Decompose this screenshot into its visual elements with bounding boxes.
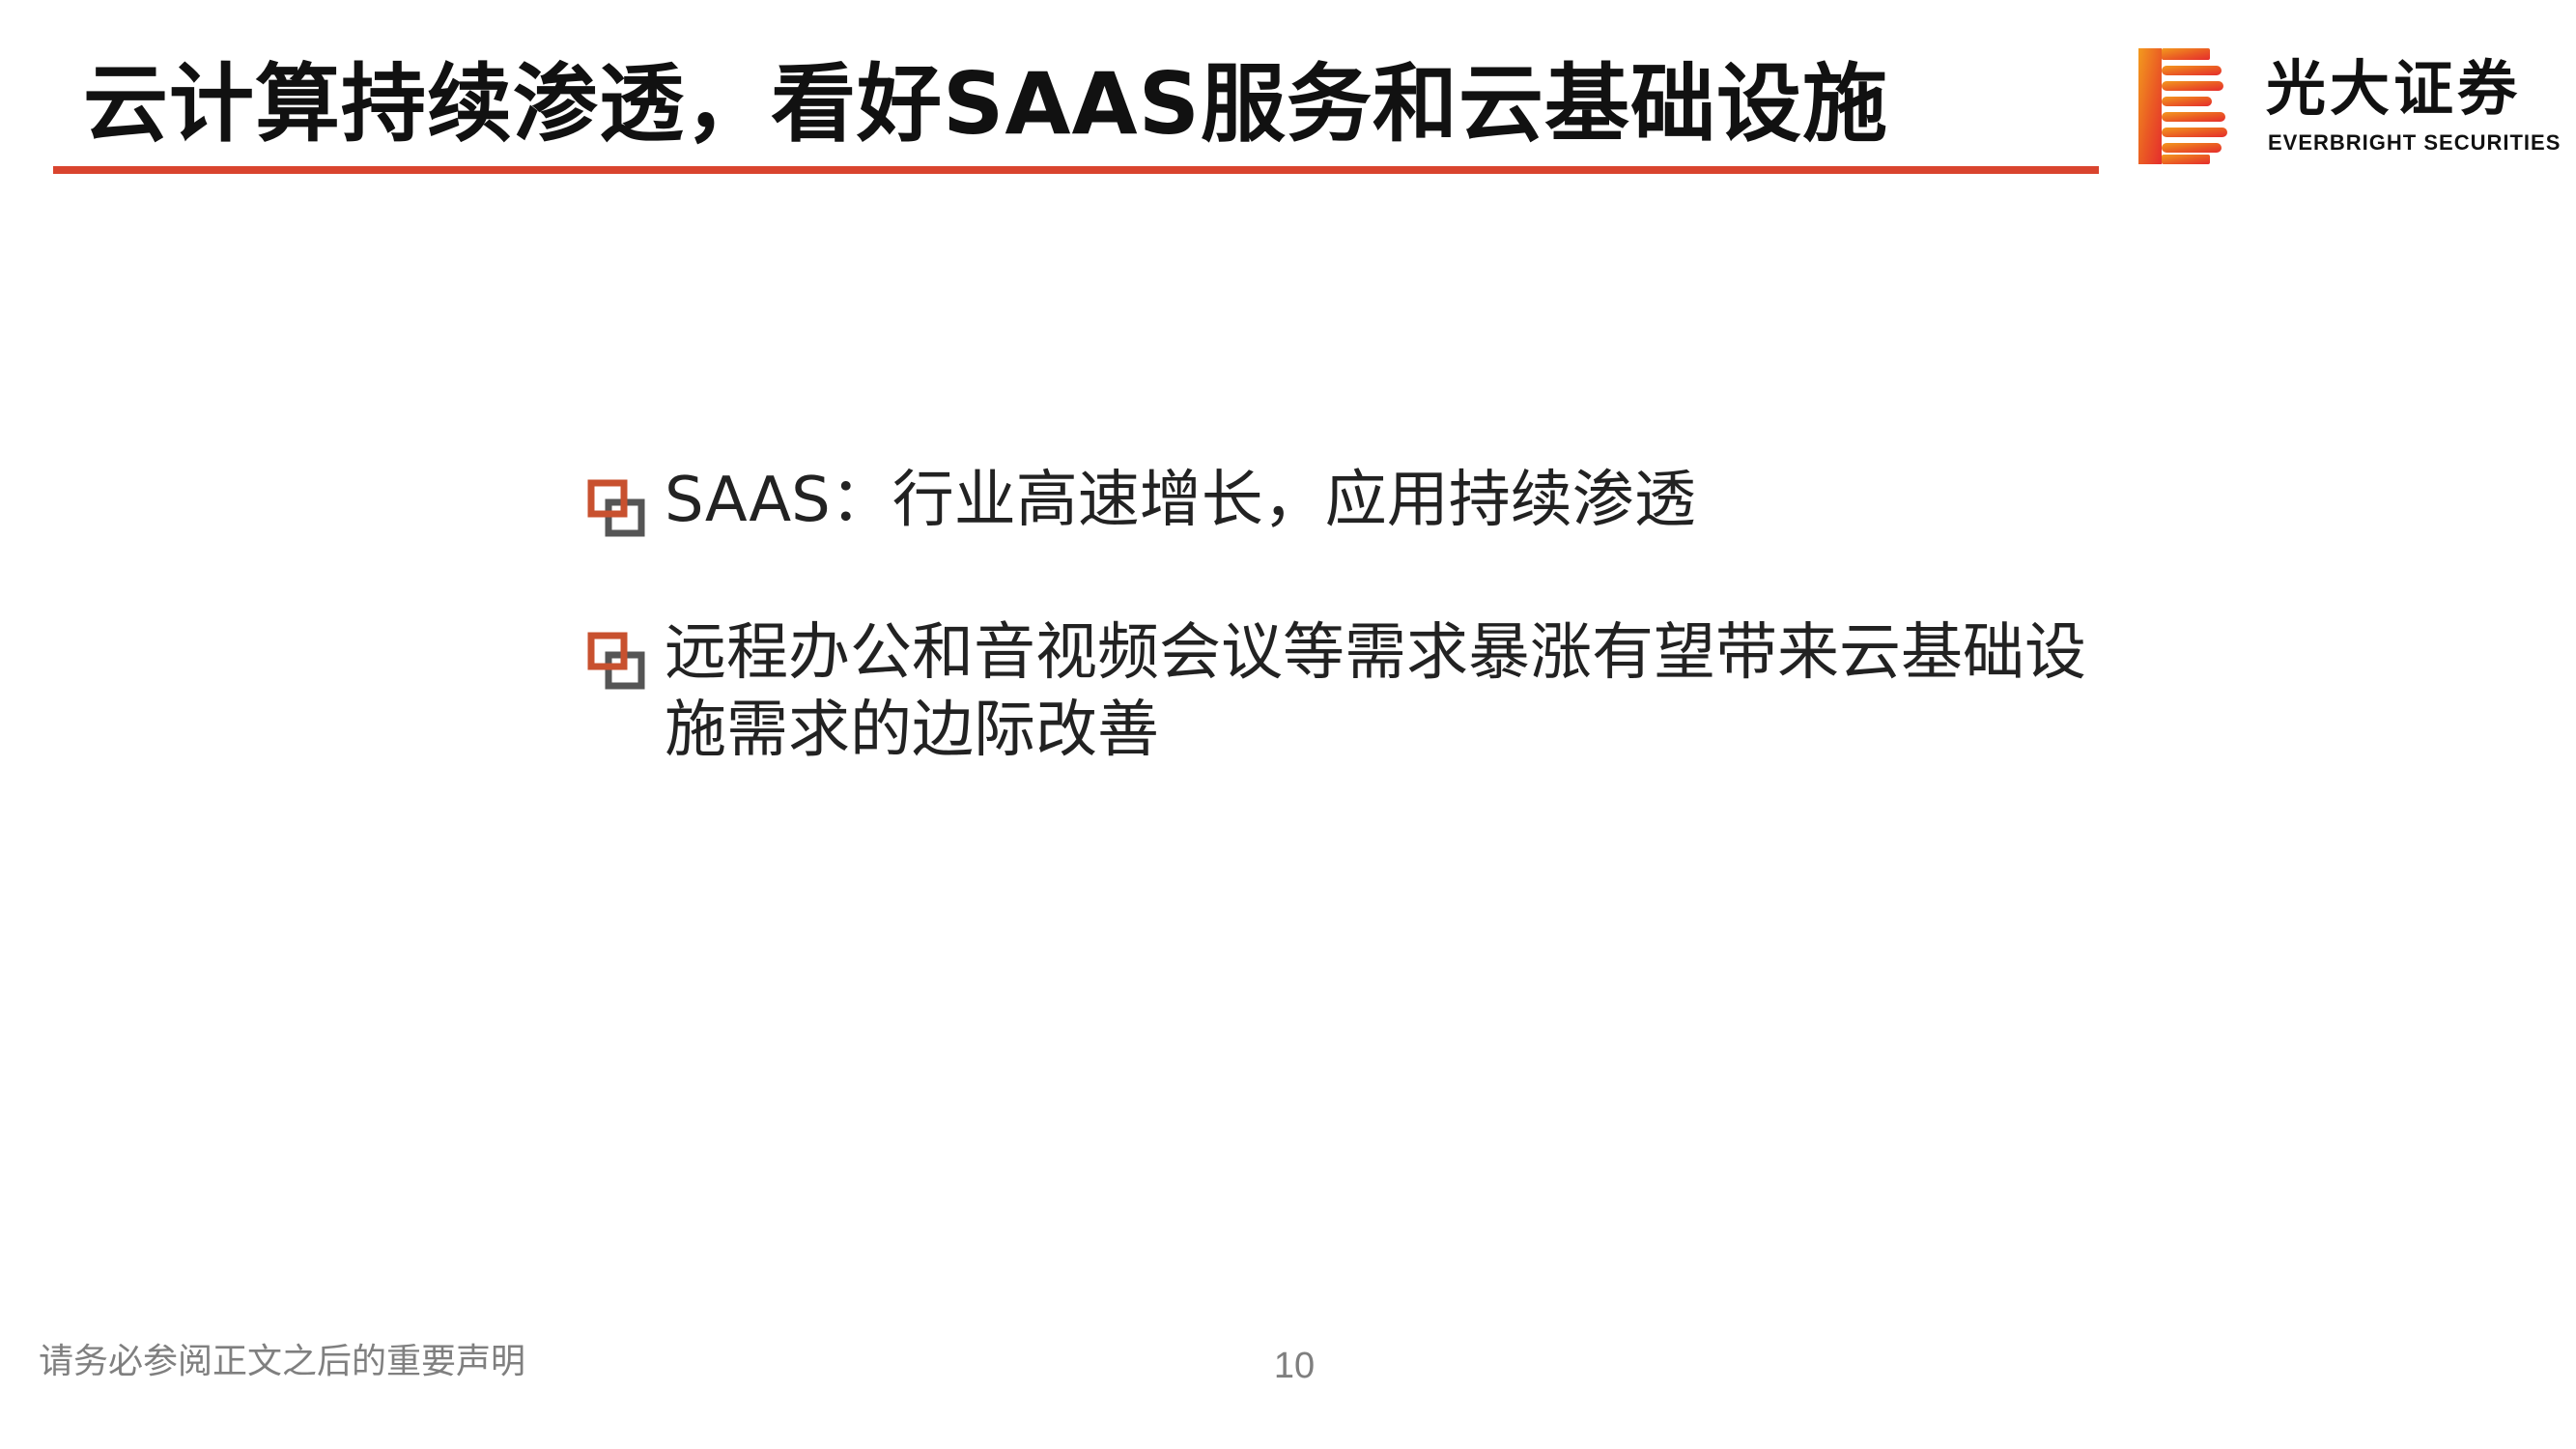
footer-disclaimer: 请务必参阅正文之后的重要声明	[39, 1342, 526, 1381]
page-number: 10	[1273, 1346, 1316, 1386]
bullet-list: SAAS：行业高速增长，应用持续渗透 远程办公和音视频会议等需求暴涨有望带来云基…	[580, 462, 2086, 844]
bullet-item: 远程办公和音视频会议等需求暴涨有望带来云基础设施需求的边际改善	[580, 614, 2086, 769]
slide-title: 云计算持续渗透，看好SAAS服务和云基础设施	[83, 54, 1888, 154]
everbright-b-logo-icon	[2138, 48, 2227, 164]
double-square-bullet-icon	[587, 479, 645, 537]
logo-name-en: EVERBRIGHT SECURITIES	[2268, 130, 2562, 155]
title-divider	[53, 166, 2099, 174]
bullet-text: SAAS：行业高速增长，应用持续渗透	[665, 465, 1696, 536]
bullet-text: 远程办公和音视频会议等需求暴涨有望带来云基础设施需求的边际改善	[665, 617, 2086, 766]
logo-name-cn: 光大证券	[2266, 53, 2522, 124]
double-square-bullet-icon	[587, 632, 645, 690]
bullet-item: SAAS：行业高速增长，应用持续渗透	[580, 462, 2086, 539]
company-logo: 光大证券 EVERBRIGHT SECURITIES	[2138, 48, 2560, 164]
